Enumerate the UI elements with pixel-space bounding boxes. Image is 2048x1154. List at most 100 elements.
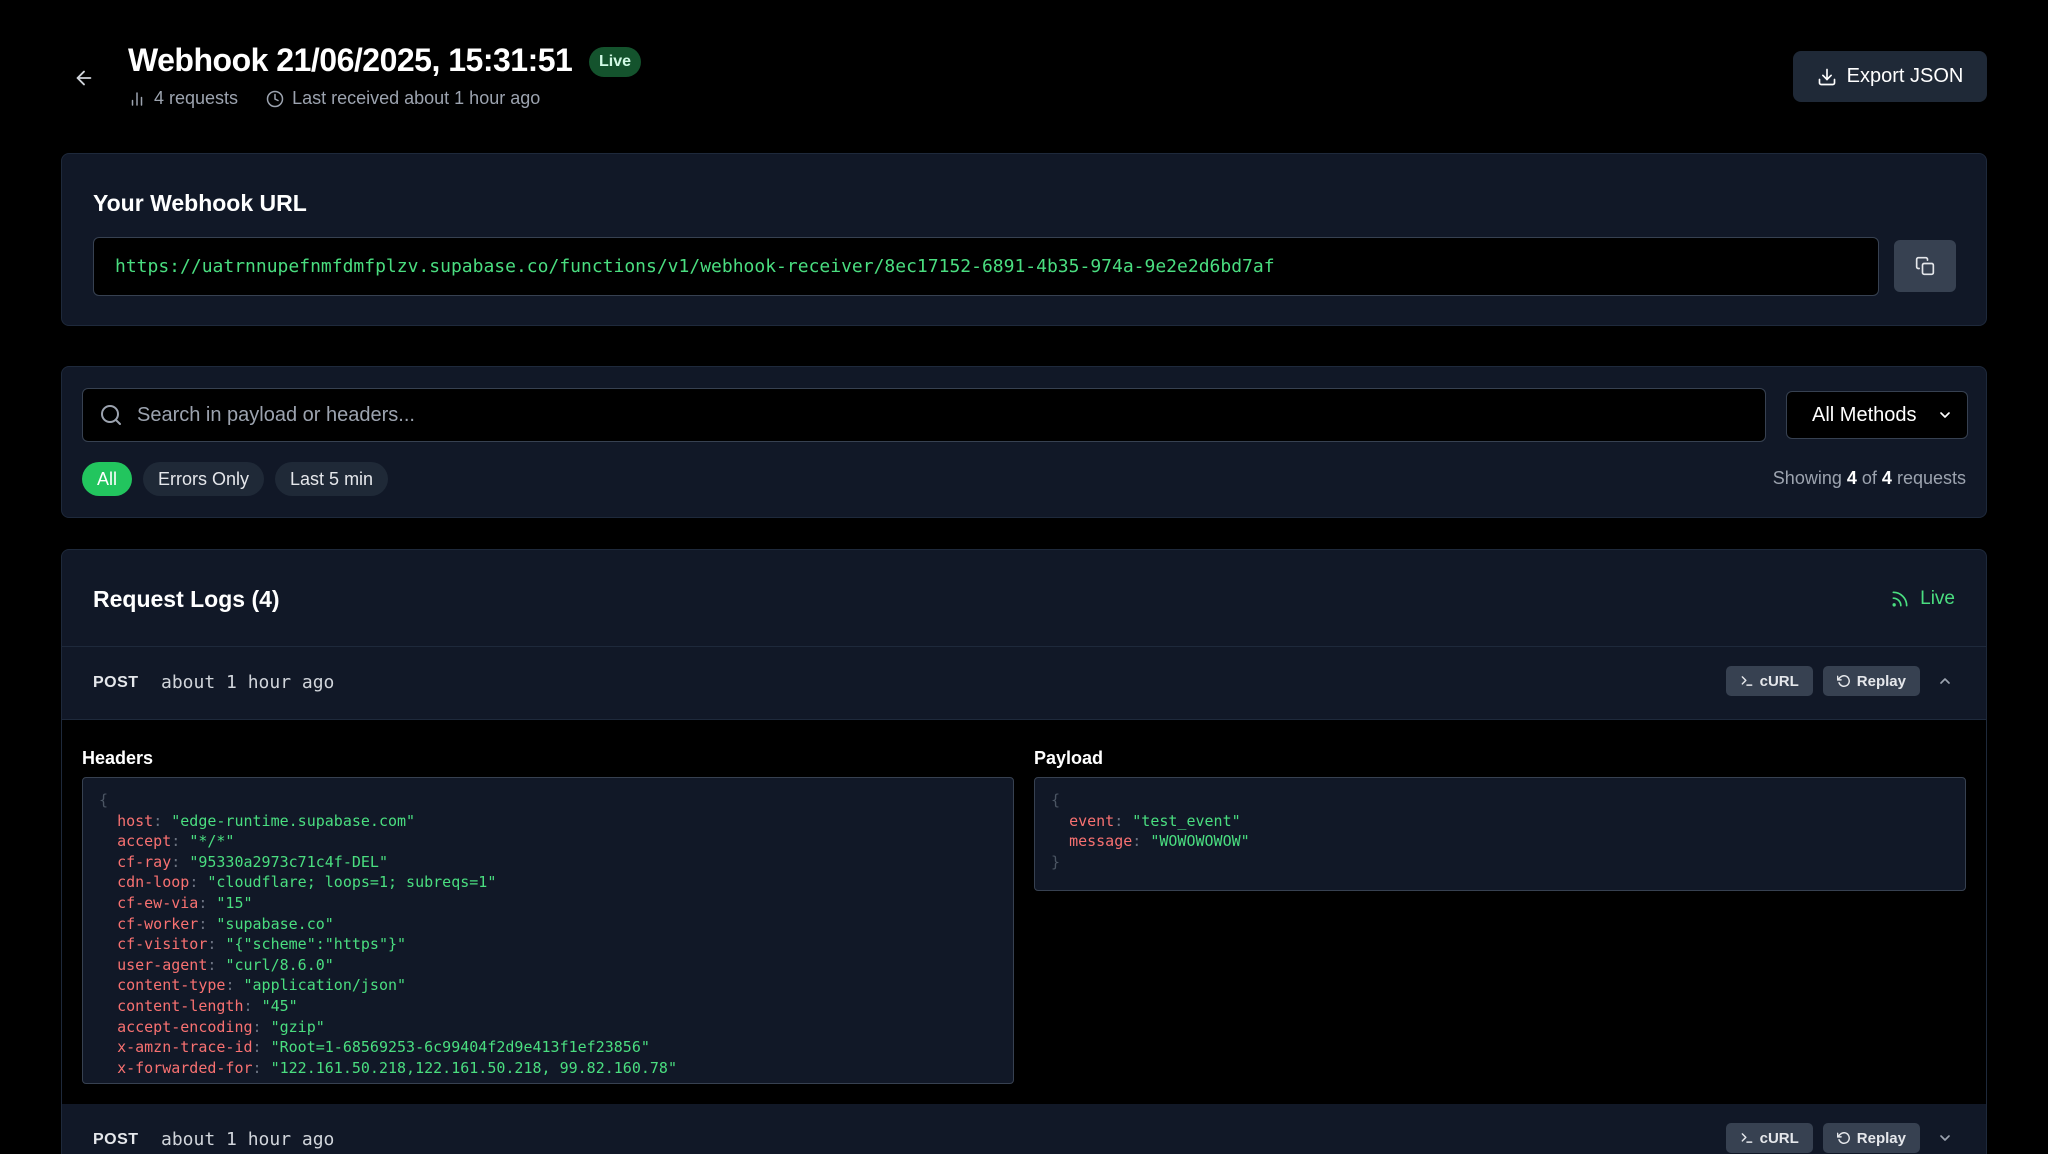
copy-icon [1915,256,1935,276]
json-value: "122.161.50.218,122.161.50.218, 99.82.16… [270,1058,677,1077]
json-line: accept: "*/*" [117,832,235,851]
json-line: cf-ray: "95330a2973c71c4f-DEL" [117,852,388,871]
json-key: cf-ray [117,852,172,871]
curl-button[interactable]: cURL [1725,1123,1813,1153]
copy-url-button[interactable] [1894,240,1956,292]
json-line: x-forwarded-for: "122.161.50.218,122.161… [117,1058,677,1077]
webhook-meta: 4 requests Last received about 1 hour ag… [128,88,540,109]
live-indicator[interactable]: Live [1890,588,1955,610]
json-value: "test_event" [1132,811,1241,830]
headers-title: Headers [82,748,154,768]
clock-icon [266,90,284,107]
json-value: "{"scheme":"https"}" [225,935,407,954]
search-icon [101,405,121,425]
payload-json: { event: "test_event" message: "WOWOWOWO… [1034,777,1966,891]
json-line: cf-ew-via: "15" [117,893,253,912]
json-value: "WOWOWOWOW" [1150,832,1250,851]
json-key: cf-worker [117,914,199,933]
terminal-icon [1741,1133,1753,1143]
json-value: "15" [216,893,253,912]
replay-button[interactable]: Replay [1822,1123,1920,1153]
filter-chips: All Errors Only Last 5 min [82,462,389,496]
chevron-up-icon [1940,678,1950,684]
showing-count-text: Showing 4 of 4 requests [1773,468,1966,489]
webhook-url-field[interactable]: https://uatrnnupefnmfdmfplzv.supabase.co… [93,237,1879,296]
json-line: user-agent: "curl/8.6.0" [117,955,334,974]
json-key: host [117,811,154,830]
log-time: about 1 hour ago [161,672,335,693]
json-close-brace: } [1051,852,1061,871]
json-line: host: "edge-runtime.supabase.com" [117,811,416,830]
rss-icon [1892,591,1908,607]
chevron-down-icon [1940,1135,1950,1141]
export-json-button[interactable]: Export JSON [1793,51,1987,102]
request-logs-header: Request Logs (4) Live [62,550,1986,647]
arrow-left-icon [76,70,92,86]
expand-button[interactable] [1930,1123,1960,1153]
bar-chart-icon [131,91,143,106]
json-key: cdn-loop [117,873,190,892]
replay-button[interactable]: Replay [1822,666,1920,696]
request-count: 4 requests [154,88,239,108]
page-title: Webhook 21/06/2025, 15:31:51 [128,42,573,78]
json-value: "supabase.co" [216,914,334,933]
json-line: message: "WOWOWOWOW" [1069,832,1250,851]
rotate-ccw-icon [1836,675,1850,687]
export-json-label: Export JSON [1846,65,1964,87]
log-row[interactable]: POST about 1 hour ago cURL Replay [62,1104,1986,1154]
curl-button[interactable]: cURL [1725,666,1813,696]
showing-suffix: requests [1896,468,1966,488]
json-key: event [1069,811,1115,830]
method-select-value: All Methods [1812,403,1917,426]
json-value: "cloudflare; loops=1; subreqs=1" [207,873,497,892]
search-input[interactable] [137,403,1737,427]
json-line: cf-visitor: "{"scheme":"https"}" [117,935,407,954]
back-button[interactable] [66,60,102,96]
json-key: cf-ew-via [117,893,199,912]
log-method: POST [93,1131,139,1148]
headers-json: { host: "edge-runtime.supabase.com" acce… [82,777,1014,1084]
json-line: content-type: "application/json" [117,976,407,995]
log-time: about 1 hour ago [161,1129,335,1150]
webhook-url-card: Your Webhook URL https://uatrnnupefnmfdm… [61,153,1987,326]
json-value: "95330a2973c71c4f-DEL" [189,852,388,871]
chevron-down-icon [1940,412,1950,418]
json-key: user-agent [117,955,208,974]
json-key: cf-visitor [117,935,208,954]
replay-label: Replay [1856,1129,1906,1147]
replay-label: Replay [1856,672,1906,690]
chip-last-5-min[interactable]: Last 5 min [275,462,389,496]
json-key: x-forwarded-for [117,1058,253,1077]
json-line: event: "test_event" [1069,811,1241,830]
request-logs-title: Request Logs (4) [93,586,280,612]
chip-errors-only[interactable]: Errors Only [143,462,265,496]
json-value: "*/*" [189,832,235,851]
collapse-button[interactable] [1930,666,1960,696]
log-row-actions: cURL Replay [1725,666,1960,696]
last-received: Last received about 1 hour ago [292,88,541,108]
log-row-actions: cURL Replay [1725,1123,1960,1153]
webhook-url-title: Your Webhook URL [93,190,307,216]
json-key: message [1069,832,1133,851]
method-select[interactable]: All Methods [1786,391,1968,439]
payload-title: Payload [1034,748,1104,768]
json-line: content-length: "45" [117,996,298,1015]
json-line: accept-encoding: "gzip" [117,1017,325,1036]
json-line: cf-worker: "supabase.co" [117,914,334,933]
rotate-ccw-icon [1836,1132,1850,1144]
json-key: content-type [117,976,226,995]
json-value: "45" [261,996,298,1015]
chip-all[interactable]: All [82,462,133,496]
json-value: "gzip" [270,1017,325,1036]
json-value: "curl/8.6.0" [225,955,334,974]
search-box[interactable] [82,388,1766,442]
json-line: x-amzn-trace-id: "Root=1-68569253-6c9940… [117,1038,650,1057]
download-icon [1818,68,1835,85]
page-header: Webhook 21/06/2025, 15:31:51 Live 4 requ… [0,0,2048,130]
terminal-icon [1741,676,1753,686]
curl-label: cURL [1759,1129,1799,1147]
live-status-badge: Live [589,47,642,77]
log-row[interactable]: POST about 1 hour ago cURL Replay [62,647,1986,720]
json-key: accept [117,832,172,851]
json-open-brace: { [1051,791,1061,809]
